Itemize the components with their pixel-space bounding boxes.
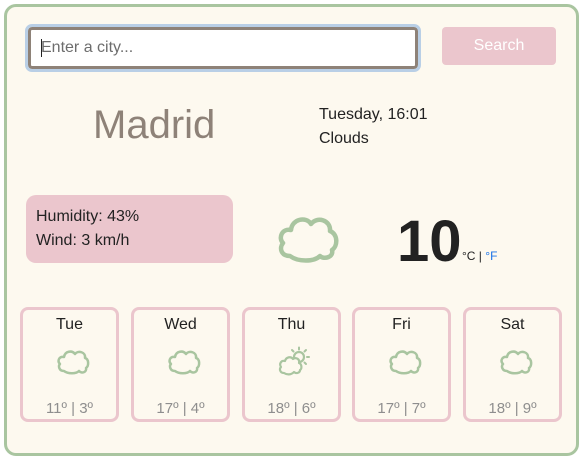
text-caret [41,39,42,57]
forecast-temperatures: 18º | 9º [488,400,537,417]
date-description: Tuesday, 16:01 Clouds [319,103,428,151]
search-button[interactable]: Search [442,27,556,65]
wind: Wind: 3 km/h [36,232,130,249]
cloud-icon [389,350,422,375]
unit-separator: | [475,249,486,263]
cloud-icon [168,350,201,375]
current-temperature: 10 [397,209,462,274]
sun-cloud-icon [278,346,310,376]
forecast-day-name: Tue [56,316,83,333]
search-field[interactable] [25,24,421,72]
forecast-day: Fri 17º | 7º [352,307,451,422]
datetime: Tuesday, 16:01 [319,106,428,123]
forecast-temperatures: 18º | 6º [267,400,316,417]
humidity: Humidity: 43% [36,208,140,225]
forecast-temperatures: 17º | 7º [377,400,426,417]
forecast-day: Tue 11º | 3º [20,307,119,422]
forecast-day-name: Thu [277,316,306,333]
search-input[interactable] [31,30,415,66]
cloud-icon [57,350,90,375]
forecast-day: Thu 18º | 6º [242,307,341,422]
weather-details: Humidity: 43% Wind: 3 km/h [26,195,233,263]
cloud-icon [500,350,533,375]
forecast-temperatures: 11º | 3º [45,400,94,417]
city-name: Madrid [93,103,216,147]
celsius-unit: °C [462,249,476,263]
forecast-day-name: Fri [392,316,411,333]
fahrenheit-link[interactable]: °F [485,249,497,263]
forecast-day: Wed 17º | 4º [131,307,230,422]
unit-switch: °C | °F [462,249,497,263]
forecast-day: Sat 18º | 9º [463,307,562,422]
forecast-day-name: Wed [164,316,197,333]
weather-app: Search Madrid Tuesday, 16:01 Clouds Humi… [4,4,579,456]
forecast-day-name: Sat [500,316,525,333]
forecast-temperatures: 17º | 4º [156,400,205,417]
weather-description: Clouds [319,130,369,147]
cloud-icon [278,217,339,263]
